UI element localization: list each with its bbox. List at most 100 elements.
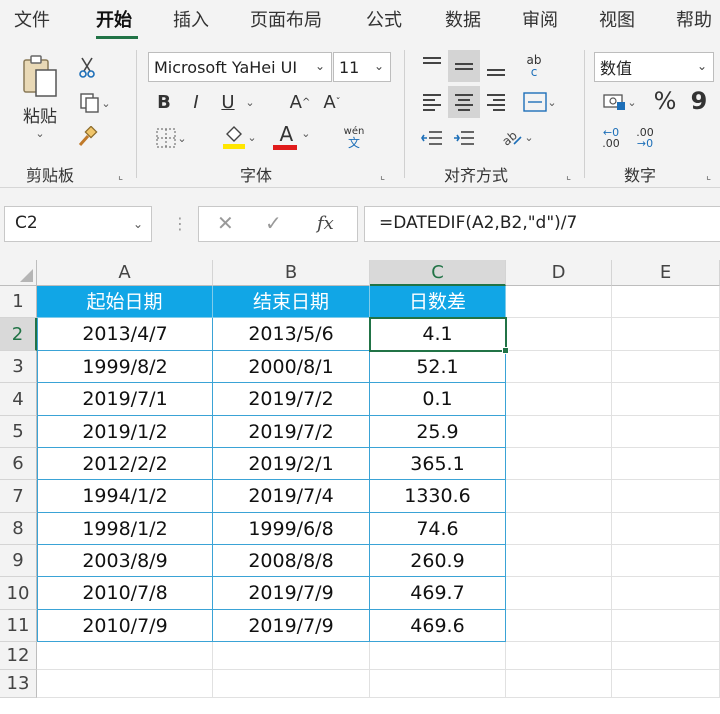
dialog-launcher-icon[interactable]: ⌞ [118,169,123,182]
cell-b5[interactable]: 2019/7/2 [213,416,370,448]
row-header-11[interactable]: 11 [0,610,37,642]
increase-indent-button[interactable] [450,124,478,152]
align-bottom-button[interactable] [482,50,510,82]
cell-c7[interactable]: 1330.6 [370,480,506,513]
bold-button[interactable]: B [150,88,178,116]
cell-a5[interactable]: 2019/1/2 [37,416,213,448]
cell-d12[interactable] [506,642,612,670]
cell-b6[interactable]: 2019/2/1 [213,448,370,480]
cell-c6[interactable]: 365.1 [370,448,506,480]
cell-a13[interactable] [37,670,213,698]
cell-e3[interactable] [612,351,720,383]
formula-input[interactable]: =DATEDIF(A2,B2,"d")/7 [364,206,720,242]
row-header-9[interactable]: 9 [0,545,37,577]
format-painter-button[interactable] [74,124,100,150]
tab-review[interactable]: 审阅 [522,6,558,32]
paste-button[interactable]: 粘贴 ⌄ [14,52,66,142]
row-header-3[interactable]: 3 [0,351,37,383]
font-name-select[interactable]: Microsoft YaHei UI ⌄ [148,52,332,82]
phonetic-guide-button[interactable]: wén 文 [334,122,374,154]
decrease-decimal-button[interactable]: .00 →0 [630,122,660,154]
underline-button[interactable]: U [214,88,242,116]
cell-e13[interactable] [612,670,720,698]
font-color-button[interactable]: A ⌄ [270,120,320,152]
cell-c13[interactable] [370,670,506,698]
vertical-ellipsis-icon[interactable]: ⋮ [172,214,188,233]
cell-d6[interactable] [506,448,612,480]
decrease-indent-button[interactable] [418,124,446,152]
cell-b11[interactable]: 2019/7/9 [213,610,370,642]
align-middle-button[interactable] [448,50,480,82]
align-right-button[interactable] [482,88,510,116]
cell-d13[interactable] [506,670,612,698]
align-top-button[interactable] [418,50,446,78]
cell-e10[interactable] [612,577,720,610]
cell-e5[interactable] [612,416,720,448]
comma-style-button[interactable]: 9 [684,86,714,116]
cell-c9[interactable]: 260.9 [370,545,506,577]
cell-d7[interactable] [506,480,612,513]
cell-c8[interactable]: 74.6 [370,513,506,545]
shrink-font-button[interactable]: Aˇ [318,88,346,116]
column-header-c[interactable]: C [370,260,506,286]
cell-a11[interactable]: 2010/7/9 [37,610,213,642]
cell-a4[interactable]: 2019/7/1 [37,383,213,416]
cell-b7[interactable]: 2019/7/4 [213,480,370,513]
cancel-icon[interactable]: ✕ [217,211,234,235]
cell-e6[interactable] [612,448,720,480]
cell-a12[interactable] [37,642,213,670]
cell-d9[interactable] [506,545,612,577]
header-cell-c[interactable]: 日数差 [370,286,506,318]
cell-c12[interactable] [370,642,506,670]
fill-handle[interactable] [502,347,509,354]
cell-a6[interactable]: 2012/2/2 [37,448,213,480]
cell-b3[interactable]: 2000/8/1 [213,351,370,383]
cell-d2[interactable] [506,318,612,351]
cell-a10[interactable]: 2010/7/8 [37,577,213,610]
insert-function-icon[interactable]: fx [317,213,334,234]
font-size-select[interactable]: 11 ⌄ [333,52,391,82]
cell-e1[interactable] [612,286,720,318]
cell-e11[interactable] [612,610,720,642]
cut-button[interactable] [74,54,100,80]
italic-button[interactable]: I [182,88,210,116]
orientation-button[interactable]: ab ⌄ [494,122,540,152]
row-header-5[interactable]: 5 [0,416,37,448]
cell-b10[interactable]: 2019/7/9 [213,577,370,610]
row-header-1[interactable]: 1 [0,286,37,318]
cell-e4[interactable] [612,383,720,416]
wrap-text-button[interactable]: ab c [518,50,550,82]
cell-b13[interactable] [213,670,370,698]
cell-d11[interactable] [506,610,612,642]
name-box[interactable]: C2 ⌄ [4,206,152,242]
enter-icon[interactable]: ✓ [265,211,282,235]
column-header-b[interactable]: B [213,260,370,286]
row-header-6[interactable]: 6 [0,448,37,480]
row-header-13[interactable]: 13 [0,670,37,698]
header-cell-a[interactable]: 起始日期 [37,286,213,318]
cell-b12[interactable] [213,642,370,670]
cell-d4[interactable] [506,383,612,416]
number-format-select[interactable]: 数值 ⌄ [594,52,714,82]
cell-c5[interactable]: 25.9 [370,416,506,448]
cell-d3[interactable] [506,351,612,383]
cell-d8[interactable] [506,513,612,545]
column-header-e[interactable]: E [612,260,720,286]
select-all-button[interactable] [0,260,37,286]
cell-e9[interactable] [612,545,720,577]
tab-data[interactable]: 数据 [445,6,481,32]
increase-decimal-button[interactable]: ←0 .00 [596,122,626,154]
accounting-format-button[interactable]: ⌄ [596,88,644,116]
cell-d1[interactable] [506,286,612,318]
tab-file[interactable]: 文件 [14,6,50,32]
cell-d10[interactable] [506,577,612,610]
cell-c2[interactable]: 4.1 [370,318,506,351]
cell-c4[interactable]: 0.1 [370,383,506,416]
cell-b8[interactable]: 1999/6/8 [213,513,370,545]
cell-e2[interactable] [612,318,720,351]
tab-insert[interactable]: 插入 [173,6,209,32]
column-header-a[interactable]: A [37,260,213,286]
dialog-launcher-icon[interactable]: ⌞ [706,169,711,182]
row-header-8[interactable]: 8 [0,513,37,545]
header-cell-b[interactable]: 结束日期 [213,286,370,318]
